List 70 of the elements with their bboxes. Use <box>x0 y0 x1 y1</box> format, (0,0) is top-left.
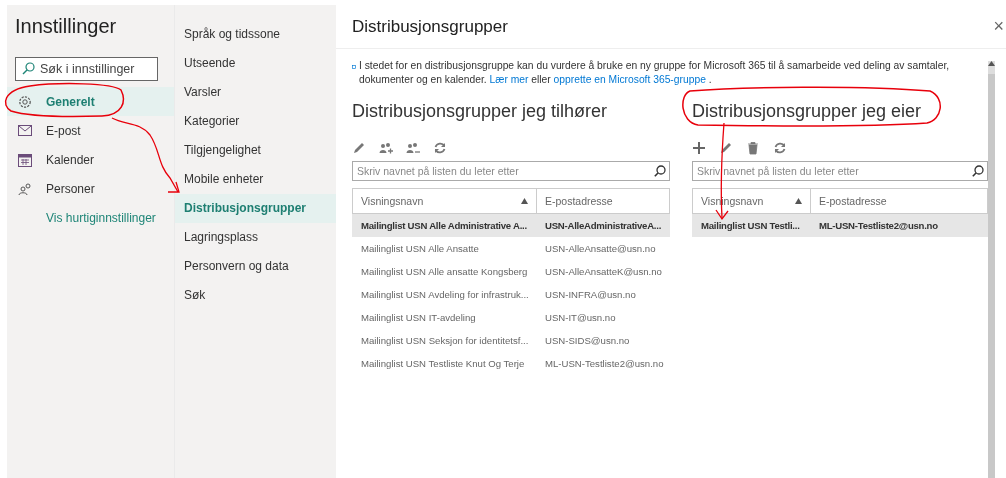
table-cell-text: Mailinglist USN Avdeling for infrastruk... <box>360 287 530 302</box>
table-cell-text: Mailinglist USN Alle Ansatte <box>360 241 480 256</box>
table-cell-text: Mailinglist USN Testliste Knut Og Terje <box>360 356 526 371</box>
table-cell-text: Mailinglist USN Testli... <box>700 218 801 233</box>
close-button[interactable]: × <box>993 16 1004 37</box>
section-heading: Distribusjonsgrupper jeg tilhører <box>352 101 608 122</box>
subnav-item[interactable]: Personvern og data <box>175 252 336 281</box>
table-row[interactable]: Mailinglist USN Alle Administrative A... USN-AlleAdministrativeA... <box>352 214 670 237</box>
notice-text: I stedet for en distribusjonsgruppe kan du vurdere å bruke en ny gruppe for Microsoft 365 til å samarbeide ved deling av samtaler, dokumenter og en kalender. Lær mer eller opprette en Microsoft 365-gruppe . <box>359 59 951 87</box>
column-header[interactable]: Visningsnavn <box>353 189 537 213</box>
subnav-item[interactable]: Søk <box>175 281 336 310</box>
subnav-item[interactable]: Mobile enheter <box>175 165 336 194</box>
subnav-item[interactable]: Varsler <box>175 78 336 107</box>
search-icon <box>972 165 984 177</box>
column-header[interactable]: E-postadresse <box>537 189 621 213</box>
settings-title: Innstillinger <box>14 14 118 39</box>
table-row[interactable]: Mailinglist USN Alle Ansatte USN-AlleAnsatte@usn.no <box>352 237 670 260</box>
subnav-item[interactable]: Kategorier <box>175 107 336 136</box>
table-row[interactable]: Mailinglist USN Testliste Knut Og Terje ML-USN-Testliste2@usn.no <box>352 352 670 375</box>
column-header[interactable]: E-postadresse <box>811 189 895 213</box>
info-icon <box>352 64 356 70</box>
nav-item[interactable]: E-post <box>7 116 174 145</box>
table-cell-text: USN-AlleAdministrativeA... <box>544 218 663 233</box>
pencil-icon[interactable] <box>719 141 733 155</box>
people-minus-icon[interactable] <box>406 141 420 155</box>
subnav-item[interactable]: Tilgjengelighet <box>175 136 336 165</box>
search-field[interactable]: Søk i innstillinger <box>15 57 158 81</box>
list-search-field[interactable]: Skriv navnet på listen du leter etter <box>352 161 670 181</box>
table-row[interactable]: Mailinglist USN Alle ansatte Kongsberg USN-AlleAnsatteK@usn.no <box>352 260 670 283</box>
plus-icon[interactable] <box>692 141 706 155</box>
notice-link[interactable]: opprette en Microsoft 365-gruppe <box>553 74 706 85</box>
scroll-up-icon <box>988 61 995 66</box>
search-icon <box>654 165 666 177</box>
nav-item[interactable]: Generelt <box>7 87 174 116</box>
table-cell-text: ML-USN-Testliste2@usn.no <box>818 218 939 233</box>
refresh-icon[interactable] <box>433 141 447 155</box>
table-cell-text: USN-INFRA@usn.no <box>544 287 637 302</box>
people-plus-icon[interactable] <box>379 141 393 155</box>
table-cell-text: USN-SIDS@usn.no <box>544 333 631 348</box>
list-search-field[interactable]: Skriv navnet på listen du leter etter <box>692 161 988 181</box>
nav-item[interactable]: Kalender <box>7 145 174 174</box>
people-icon <box>18 181 32 196</box>
table-row[interactable]: Mailinglist USN Avdeling for infrastruk... USN-INFRA@usn.no <box>352 283 670 306</box>
table-cell-text: USN-AlleAnsatteK@usn.no <box>544 264 663 279</box>
nav-item[interactable]: Personer <box>7 174 174 203</box>
subnav-item[interactable]: Lagringsplass <box>175 223 336 252</box>
panel-title: Distribusjonsgrupper <box>352 16 508 37</box>
notice-link[interactable]: Lær mer <box>489 74 529 85</box>
table-cell-text: Mailinglist USN Alle ansatte Kongsberg <box>360 264 529 279</box>
subnav-item[interactable]: Utseende <box>175 49 336 78</box>
table-row[interactable]: Mailinglist USN IT-avdeling USN-IT@usn.no <box>352 306 670 329</box>
table-cell-text: Mailinglist USN Seksjon for identitetsf... <box>360 333 530 348</box>
quick-settings-link[interactable]: Vis hurtiginnstillinger <box>7 203 174 225</box>
table-row[interactable]: Mailinglist USN Testli... ML-USN-Testliste2@usn.no <box>692 214 988 237</box>
section-heading: Distribusjonsgrupper jeg eier <box>692 101 922 122</box>
trash-icon[interactable] <box>746 141 760 155</box>
pencil-icon[interactable] <box>352 141 366 155</box>
table-cell-text: Mailinglist USN IT-avdeling <box>360 310 477 325</box>
subnav-item[interactable]: Distribusjonsgrupper <box>175 194 336 223</box>
scrollbar[interactable] <box>988 61 995 478</box>
refresh-icon[interactable] <box>773 141 787 155</box>
table-row[interactable]: Mailinglist USN Seksjon for identitetsf... USN-SIDS@usn.no <box>352 329 670 352</box>
mail-icon <box>18 125 32 136</box>
calendar-icon <box>18 152 32 167</box>
table-cell-text: USN-AlleAnsatte@usn.no <box>544 241 657 256</box>
gear-icon <box>18 94 32 109</box>
table-cell-text: ML-USN-Testliste2@usn.no <box>544 356 665 371</box>
table-cell-text: Mailinglist USN Alle Administrative A... <box>360 218 528 233</box>
table-cell-text: USN-IT@usn.no <box>544 310 617 325</box>
subnav-item[interactable]: Språk og tidssone <box>175 20 336 49</box>
